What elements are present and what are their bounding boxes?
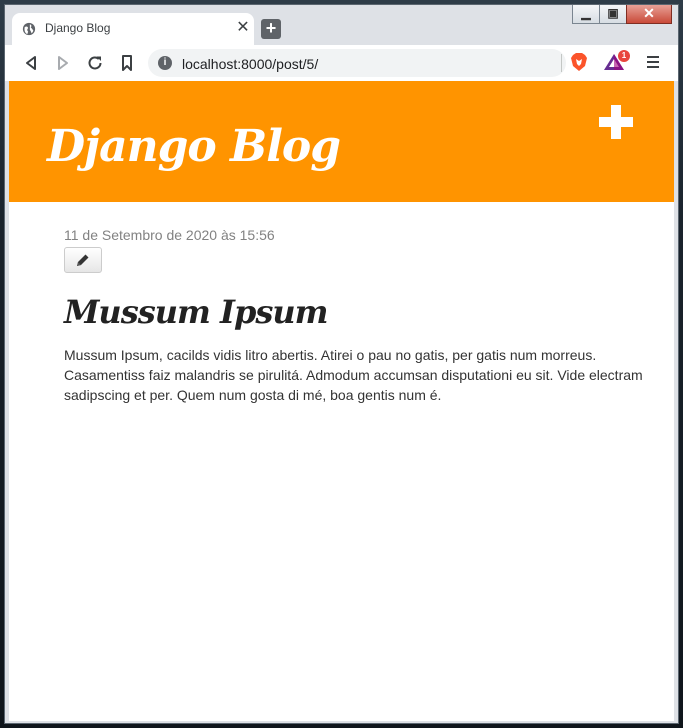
browser-window: Django Blog ✕ + ▁ ▣ ✕ i localhost:8000/p… xyxy=(4,4,679,724)
site-title-link[interactable]: Django Blog xyxy=(47,121,341,172)
close-tab-icon[interactable]: ✕ xyxy=(234,19,252,37)
tab-strip: Django Blog ✕ + ▁ ▣ ✕ xyxy=(5,5,678,45)
url-text[interactable]: localhost:8000/post/5/ xyxy=(182,56,318,72)
forward-icon[interactable] xyxy=(53,53,73,73)
post-body: Mussum Ipsum, cacilds vidis litro aberti… xyxy=(64,347,643,403)
maximize-icon: ▣ xyxy=(607,6,619,20)
new-tab-button[interactable]: + xyxy=(261,19,281,39)
close-window-button[interactable]: ✕ xyxy=(626,5,672,24)
page-header: Django Blog xyxy=(9,81,674,202)
close-icon: ✕ xyxy=(643,5,655,21)
rewards-badge: 1 xyxy=(618,50,630,62)
page-viewport: Django Blog 11 de Setembro de 2020 às 15… xyxy=(9,81,674,721)
maximize-button[interactable]: ▣ xyxy=(599,5,627,24)
browser-toolbar: i localhost:8000/post/5/ 1 xyxy=(5,45,678,81)
window-controls: ▁ ▣ ✕ xyxy=(572,5,672,24)
hamburger-menu-icon[interactable] xyxy=(646,54,660,70)
plus-icon-bar-vertical xyxy=(611,105,621,139)
bookmark-icon[interactable] xyxy=(117,53,137,73)
info-icon[interactable]: i xyxy=(158,56,172,70)
back-icon[interactable] xyxy=(21,53,41,73)
post-date: 11 de Setembro de 2020 às 15:56 xyxy=(64,227,275,243)
post: 11 de Setembro de 2020 às 15:56 Mussum I… xyxy=(64,227,654,403)
browser-tab[interactable]: Django Blog ✕ xyxy=(12,13,254,45)
minimize-icon: ▁ xyxy=(581,6,591,20)
edit-post-button[interactable] xyxy=(64,247,102,273)
brave-lion-icon[interactable] xyxy=(570,52,588,72)
plus-icon[interactable] xyxy=(599,105,633,139)
minimize-button[interactable]: ▁ xyxy=(572,5,600,24)
reload-icon[interactable] xyxy=(85,53,105,73)
toolbar-divider xyxy=(561,54,562,72)
globe-icon xyxy=(22,22,36,36)
post-title: Mussum Ipsum xyxy=(64,293,328,331)
pencil-icon xyxy=(77,254,89,266)
address-bar[interactable]: i localhost:8000/post/5/ xyxy=(148,49,566,77)
tab-title: Django Blog xyxy=(45,21,111,35)
